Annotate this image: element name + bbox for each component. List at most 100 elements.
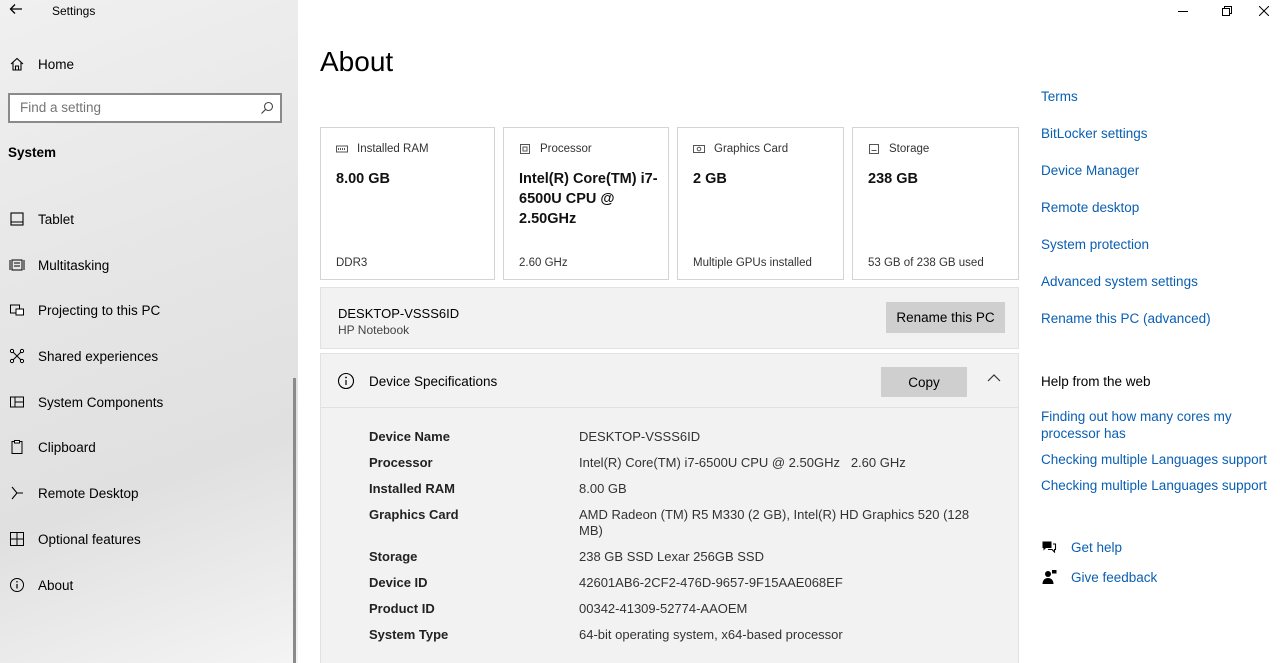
spec-value: DESKTOP-VSSS6ID — [579, 429, 701, 444]
link-rename-pc-advanced[interactable]: Rename this PC (advanced) — [1041, 310, 1211, 327]
sidebar-item-multitasking[interactable]: Multitasking — [0, 242, 298, 288]
sidebar-scrollbar[interactable] — [293, 378, 296, 663]
rename-pc-button[interactable]: Rename this PC — [886, 302, 1005, 333]
section-title: System — [8, 145, 57, 160]
help-link[interactable]: Checking multiple Languages support — [1041, 451, 1276, 468]
back-arrow-icon[interactable] — [8, 1, 26, 19]
link-system-protection[interactable]: System protection — [1041, 236, 1211, 253]
spec-value: AMD Radeon (TM) R5 M330 (2 GB), Intel(R)… — [579, 507, 970, 538]
help-link[interactable]: Finding out how many cores my processor … — [1041, 408, 1276, 442]
sidebar-item-clipboard[interactable]: Clipboard — [0, 424, 298, 470]
feedback-icon — [1042, 570, 1057, 584]
sidebar-item-label: About — [38, 577, 74, 593]
spec-value: 238 GB SSD Lexar 256GB SSD — [579, 549, 764, 564]
tablet-icon — [8, 210, 26, 228]
card-foot: DDR3 — [336, 257, 368, 269]
spec-key: Installed RAM — [369, 481, 455, 496]
get-help-link[interactable]: Get help — [1041, 539, 1122, 555]
card-value: 2 GB — [693, 171, 727, 187]
sidebar-item-tablet[interactable]: Tablet — [0, 196, 298, 242]
sidebar-item-projecting[interactable]: Projecting to this PC — [0, 287, 298, 333]
copy-button[interactable]: Copy — [881, 367, 967, 397]
title-bar: Settings — [0, 0, 298, 22]
restore-button[interactable] — [1204, 0, 1250, 22]
storage-icon — [869, 144, 879, 154]
spec-key: Product ID — [369, 601, 435, 616]
components-icon — [8, 393, 26, 411]
projecting-icon — [8, 301, 26, 319]
close-button[interactable] — [1248, 0, 1280, 22]
processor-icon — [520, 144, 530, 154]
sidebar-item-optional-features[interactable]: Optional features — [0, 516, 298, 562]
info-icon — [337, 372, 355, 390]
spec-key: Graphics Card — [369, 507, 459, 522]
spec-row: Storage 238 GB SSD Lexar 256GB SSD — [369, 549, 989, 565]
sidebar-item-label: Home — [38, 57, 75, 72]
sidebar-item-label: Remote Desktop — [38, 486, 139, 502]
link-bitlocker-settings[interactable]: BitLocker settings — [1041, 125, 1211, 142]
spec-key: Device Name — [369, 429, 450, 444]
spec-row: Processor Intel(R) Core(TM) i7-6500U CPU… — [369, 455, 989, 471]
sidebar-item-about[interactable]: About — [0, 562, 298, 608]
sidebar-item-label: Tablet — [38, 212, 75, 227]
graphics-card: Graphics Card 2 GB Multiple GPUs install… — [677, 127, 844, 280]
sidebar-item-shared-experiences[interactable]: Shared experiences — [0, 333, 298, 379]
card-label: Processor — [540, 143, 592, 155]
multitasking-icon — [8, 256, 26, 274]
sidebar-item-label: System Components — [38, 394, 164, 410]
spec-row: Device Name DESKTOP-VSSS6ID — [369, 429, 989, 445]
chevron-up-icon[interactable] — [987, 373, 1001, 383]
help-title: Help from the web — [1041, 374, 1151, 389]
ram-card: Installed RAM 8.00 GB DDR3 — [320, 127, 495, 280]
minimize-button[interactable] — [1160, 0, 1206, 22]
pc-name-bar: DESKTOP-VSSS6ID HP Notebook Rename this … — [320, 287, 1019, 349]
spec-row: Product ID 00342-41309-52774-AAOEM — [369, 601, 989, 617]
related-settings: Terms BitLocker settings Device Manager … — [1041, 88, 1211, 347]
restore-icon — [1222, 6, 1232, 16]
pc-name: DESKTOP-VSSS6ID — [338, 306, 460, 321]
spec-value: 64-bit operating system, x64-based proce… — [579, 627, 843, 642]
shared-icon — [8, 347, 26, 365]
sidebar: Settings Home System Tablet Multitasking — [0, 0, 298, 663]
link-remote-desktop[interactable]: Remote desktop — [1041, 199, 1211, 216]
card-value: 8.00 GB — [336, 171, 390, 187]
sidebar-item-label: Clipboard — [38, 440, 96, 456]
spec-key: Device ID — [369, 575, 428, 590]
storage-card: Storage 238 GB 53 GB of 238 GB used — [852, 127, 1019, 280]
help-link[interactable]: Checking multiple Languages support — [1041, 477, 1276, 494]
ram-icon — [336, 145, 348, 153]
link-terms[interactable]: Terms — [1041, 88, 1211, 105]
card-label: Installed RAM — [357, 143, 429, 155]
sidebar-nav: Tablet Multitasking Projecting to this P… — [0, 196, 298, 607]
card-label: Graphics Card — [714, 143, 789, 155]
spec-header[interactable]: Device Specifications Copy — [321, 354, 1018, 408]
spec-key: System Type — [369, 627, 449, 642]
app-title: Settings — [52, 4, 96, 18]
give-feedback-link[interactable]: Give feedback — [1041, 569, 1157, 585]
sidebar-item-system-components[interactable]: System Components — [0, 379, 298, 425]
link-advanced-system-settings[interactable]: Advanced system settings — [1041, 273, 1211, 290]
search-input[interactable] — [20, 100, 250, 115]
spec-value: 42601AB6-2CF2-476D-9657-9F15AAE068EF — [579, 575, 843, 590]
spec-value: Intel(R) Core(TM) i7-6500U CPU @ 2.50GHz… — [579, 455, 906, 470]
spec-title: Device Specifications — [369, 374, 498, 389]
link-device-manager[interactable]: Device Manager — [1041, 162, 1211, 179]
card-foot: 2.60 GHz — [519, 257, 568, 269]
spec-row: System Type 64-bit operating system, x64… — [369, 627, 989, 643]
remote-desktop-icon — [8, 484, 26, 502]
card-value: 238 GB — [868, 171, 918, 187]
spec-value: 00342-41309-52774-AAOEM — [579, 601, 748, 616]
sidebar-item-remote-desktop[interactable]: Remote Desktop — [0, 470, 298, 516]
spec-key: Storage — [369, 549, 418, 564]
close-icon — [1259, 6, 1269, 16]
sidebar-item-home[interactable]: Home — [0, 52, 298, 76]
search-field[interactable] — [8, 93, 282, 123]
home-icon — [8, 55, 26, 73]
sidebar-item-label: Shared experiences — [38, 349, 159, 365]
sidebar-item-label: Multitasking — [38, 257, 110, 273]
help-links: Finding out how many cores my processor … — [1041, 408, 1276, 503]
search-icon[interactable] — [260, 101, 274, 115]
minimize-icon — [1178, 11, 1188, 12]
sidebar-item-label: Optional features — [38, 531, 141, 547]
clipboard-icon — [8, 438, 26, 456]
